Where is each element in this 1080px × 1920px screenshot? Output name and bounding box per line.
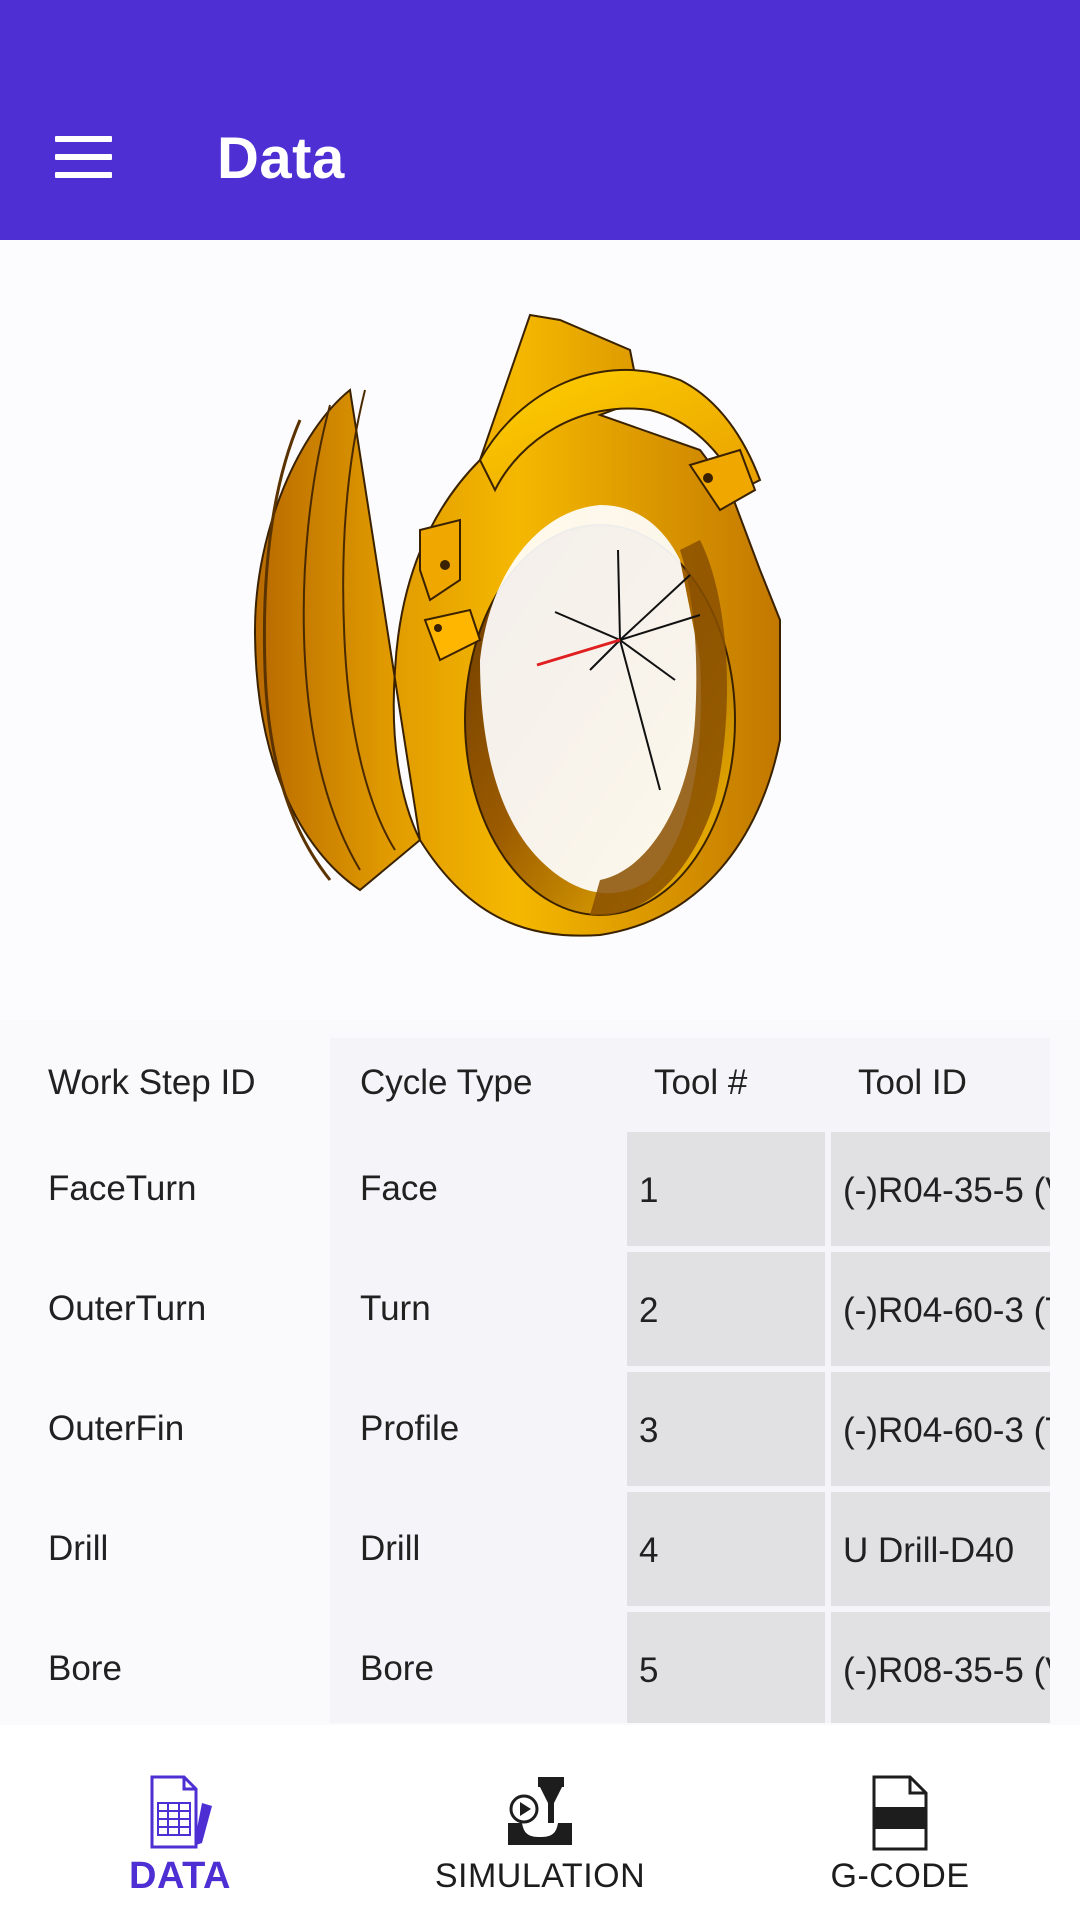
- table-row[interactable]: OuterTurn Turn 2 (-)R04-60-3 (T: [0, 1252, 1050, 1366]
- cycle-type-cell: Face: [360, 1169, 438, 1208]
- tool-id-cell: U Drill-D40: [831, 1492, 1050, 1606]
- nav-tab-data[interactable]: DATA: [30, 1725, 330, 1920]
- header-tool-id: Tool ID: [858, 1063, 967, 1102]
- nav-label-simulation: SIMULATION: [434, 1857, 646, 1895]
- header-cycle-type: Cycle Type: [360, 1063, 533, 1102]
- work-step-id-cell: Bore: [48, 1649, 122, 1688]
- tool-id-cell: (-)R08-35-5 (V: [831, 1612, 1050, 1723]
- nav-label-data: DATA: [129, 1855, 231, 1897]
- nav-tab-gcode[interactable]: G-CODE: [750, 1725, 1050, 1920]
- cycle-type-cell: Bore: [360, 1649, 434, 1688]
- table-row[interactable]: Bore Bore 5 (-)R08-35-5 (V: [0, 1612, 1050, 1723]
- tool-num-cell: 4: [627, 1492, 825, 1606]
- tool-num-cell: 3: [627, 1372, 825, 1486]
- page-title: Data: [217, 126, 345, 191]
- nav-tab-simulation[interactable]: SIMULATION: [390, 1725, 690, 1920]
- hamburger-menu-icon[interactable]: [40, 117, 128, 197]
- cycle-type-cell: Drill: [360, 1529, 421, 1568]
- tool-id-cell: (-)R04-35-5 (V: [831, 1132, 1050, 1246]
- machining-simulation-icon: [508, 1777, 572, 1845]
- work-steps-table: Work Step ID Cycle Type Tool # Tool ID F…: [0, 1038, 1050, 1723]
- bottom-navigation: DATA SIMULATION G-CODE: [0, 1725, 1080, 1920]
- work-step-id-cell: OuterFin: [48, 1409, 185, 1448]
- work-step-id-cell: FaceTurn: [48, 1169, 197, 1208]
- tool-num-cell: 1: [627, 1132, 825, 1246]
- tool-id-cell: (-)R04-60-3 (T: [831, 1372, 1050, 1486]
- gcode-file-icon: [872, 1775, 928, 1851]
- tool-id-cell: (-)R04-60-3 (T: [831, 1252, 1050, 1366]
- tool-num-cell: 5: [627, 1612, 825, 1723]
- tool-num-cell: 2: [627, 1252, 825, 1366]
- work-step-id-cell: Drill: [48, 1529, 109, 1568]
- work-step-id-cell: OuterTurn: [48, 1289, 207, 1328]
- part-3d-viewer[interactable]: [0, 240, 1080, 1020]
- table-row[interactable]: Drill Drill 4 U Drill-D40: [0, 1492, 1050, 1606]
- header-work-step-id: Work Step ID: [48, 1063, 256, 1102]
- app-screen: Data Work Step ID Cycle Type Tool # Tool…: [0, 0, 1080, 1920]
- spreadsheet-pencil-icon: [150, 1775, 212, 1849]
- nav-label-gcode: G-CODE: [830, 1857, 970, 1895]
- table-row[interactable]: OuterFin Profile 3 (-)R04-60-3 (T: [0, 1372, 1050, 1486]
- cycle-type-cell: Turn: [360, 1289, 431, 1328]
- header-tool-num: Tool #: [654, 1063, 748, 1102]
- cycle-type-cell: Profile: [360, 1409, 460, 1448]
- table-row[interactable]: FaceTurn Face 1 (-)R04-35-5 (V: [0, 1132, 1050, 1246]
- part-model-image: [253, 313, 781, 937]
- app-bar: Data: [0, 0, 1080, 240]
